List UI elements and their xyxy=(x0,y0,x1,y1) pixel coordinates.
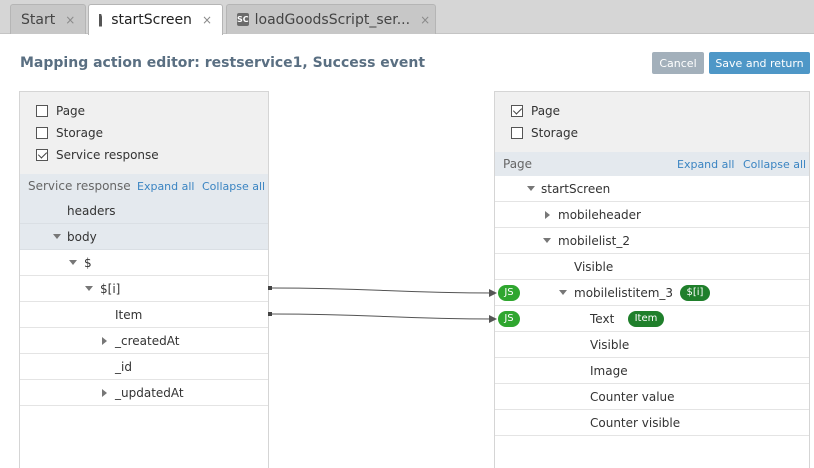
tree-row-image[interactable]: Image xyxy=(495,358,809,384)
tree-row-visible[interactable]: Visible xyxy=(495,332,809,358)
chevron-right-icon[interactable] xyxy=(545,210,550,219)
tree-row-label: _createdAt xyxy=(115,333,180,348)
tree-row-label: Counter value xyxy=(590,389,675,404)
option-label: Page xyxy=(531,104,561,118)
option-page[interactable]: Page xyxy=(36,104,85,118)
tree-header-label: Page xyxy=(503,157,533,171)
tree-row-mobileheader[interactable]: mobileheader xyxy=(495,202,809,228)
tab-label: Start xyxy=(21,11,56,28)
save-and-return-button[interactable]: Save and return xyxy=(709,52,810,74)
tree-row-label: mobilelist_2 xyxy=(558,233,630,248)
close-icon[interactable]: × xyxy=(65,13,75,27)
target-panel: Page Storage Page Expand all Collapse al… xyxy=(494,91,810,468)
checkbox-checked[interactable] xyxy=(36,149,48,161)
collapse-all-link[interactable]: Collapse all xyxy=(743,158,806,171)
chevron-right-icon[interactable] xyxy=(102,388,107,397)
source-panel: Page Storage Service response Service re… xyxy=(19,91,269,468)
chevron-down-icon[interactable] xyxy=(69,260,77,265)
tree-header-label: Service response xyxy=(28,179,131,193)
cancel-button[interactable]: Cancel xyxy=(652,52,704,74)
source-options: Page Storage Service response xyxy=(20,92,268,174)
mapping-line-array-item[interactable] xyxy=(268,286,497,297)
tree-row-label: mobilelistitem_3 xyxy=(574,285,674,300)
checkbox-checked[interactable] xyxy=(511,105,523,117)
chevron-right-icon[interactable] xyxy=(102,336,107,345)
tree-row-label: startScreen xyxy=(541,181,611,196)
checkbox[interactable] xyxy=(36,127,48,139)
tree-row-counter-visible[interactable]: Counter visible xyxy=(495,410,809,436)
tree-row-label: Item xyxy=(115,307,143,322)
tree-row-label: $[i] xyxy=(100,281,121,296)
js-badge[interactable]: JS xyxy=(498,284,520,301)
expand-all-link[interactable]: Expand all xyxy=(677,158,735,171)
tree-row-label: Counter visible xyxy=(590,415,681,430)
tree-row-createdat[interactable]: _createdAt xyxy=(20,328,268,354)
option-label: Storage xyxy=(531,126,578,140)
tree-row-label: $ xyxy=(84,255,92,270)
tree-row-mobilelist[interactable]: mobilelist_2 xyxy=(495,228,809,254)
tree-row-label: body xyxy=(67,229,97,244)
tree-row-startscreen[interactable]: startScreen xyxy=(495,176,809,202)
tree-row-item[interactable]: Item xyxy=(20,302,268,328)
tab-bar: Start × startScreen × SC loadGoodsScript… xyxy=(0,0,814,35)
page-title: Mapping action editor: restservice1, Suc… xyxy=(20,55,426,71)
chevron-down-icon[interactable] xyxy=(53,234,61,239)
tree-row-text[interactable]: JS Text Item xyxy=(495,306,809,332)
tree-row-mobilelistitem[interactable]: JS mobilelistitem_3 $[i] xyxy=(495,280,809,306)
tree-row-label: mobileheader xyxy=(558,207,641,222)
tree-row-id[interactable]: _id xyxy=(20,354,268,380)
item-badge[interactable]: Item xyxy=(628,310,664,327)
chevron-down-icon[interactable] xyxy=(527,186,535,191)
tree-row-counter-value[interactable]: Counter value xyxy=(495,384,809,410)
tab-label: startScreen xyxy=(111,12,192,28)
document-icon xyxy=(99,13,103,27)
collapse-all-link[interactable]: Collapse all xyxy=(202,180,265,193)
tree-row-label: Image xyxy=(590,363,628,378)
tab-startscreen[interactable]: startScreen × xyxy=(88,4,223,35)
tree-row-label: Visible xyxy=(574,259,614,274)
source-tree-header: Service response Expand all Collapse all xyxy=(20,174,268,198)
chevron-down-icon[interactable] xyxy=(559,290,567,295)
index-badge[interactable]: $[i] xyxy=(680,284,710,301)
tree-row-label: headers xyxy=(67,203,116,218)
js-badge[interactable]: JS xyxy=(498,310,520,327)
checkbox[interactable] xyxy=(36,105,48,117)
tree-row-body[interactable]: body xyxy=(20,224,268,250)
close-icon[interactable]: × xyxy=(202,13,212,27)
tree-row-headers[interactable]: headers xyxy=(20,198,268,224)
tree-row-label: Visible xyxy=(590,337,630,352)
tab-label: loadGoodsScript_ser... xyxy=(254,11,411,28)
option-storage[interactable]: Storage xyxy=(511,126,578,140)
checkbox[interactable] xyxy=(511,127,523,139)
chevron-down-icon[interactable] xyxy=(85,286,93,291)
option-page[interactable]: Page xyxy=(511,104,560,118)
option-service-response[interactable]: Service response xyxy=(36,148,159,162)
chevron-down-icon[interactable] xyxy=(543,238,551,243)
script-icon: SC xyxy=(237,13,249,26)
option-label: Service response xyxy=(56,148,159,162)
tab-start[interactable]: Start × xyxy=(10,4,86,34)
option-storage[interactable]: Storage xyxy=(36,126,103,140)
tree-row-updatedat[interactable]: _updatedAt xyxy=(20,380,268,406)
tree-row-dollar[interactable]: $ xyxy=(20,250,268,276)
tree-row-label: _updatedAt xyxy=(115,385,184,400)
option-label: Storage xyxy=(56,126,103,140)
tree-row-label: Text xyxy=(590,311,615,326)
target-options: Page Storage xyxy=(495,92,809,152)
tab-loadgoodsscript[interactable]: SC loadGoodsScript_ser... × xyxy=(226,4,436,34)
tree-row-label: _id xyxy=(115,359,132,374)
option-label: Page xyxy=(56,104,86,118)
tree-row-array-item[interactable]: $[i] xyxy=(20,276,268,302)
target-tree-header: Page Expand all Collapse all xyxy=(495,152,809,176)
close-icon[interactable]: × xyxy=(420,13,430,27)
expand-all-link[interactable]: Expand all xyxy=(137,180,195,193)
tree-row-visible[interactable]: Visible xyxy=(495,254,809,280)
mapping-line-item[interactable] xyxy=(268,312,497,323)
